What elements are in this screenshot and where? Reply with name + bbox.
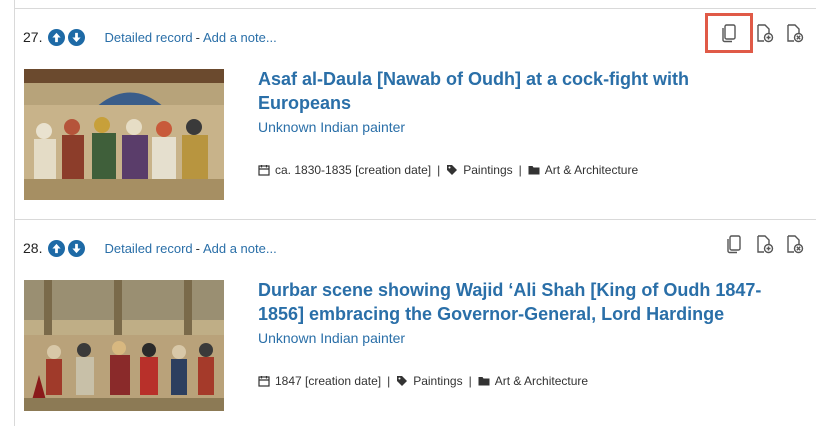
result-record: 27. Detailed record - Add a note... Asaf… xyxy=(15,9,816,219)
remove-button[interactable] xyxy=(780,19,808,47)
tag-icon xyxy=(447,165,458,175)
move-down-button[interactable] xyxy=(68,28,86,46)
painting-image xyxy=(24,69,224,200)
record-thumbnail[interactable] xyxy=(24,280,224,411)
record-creator[interactable]: Unknown Indian painter xyxy=(258,119,405,135)
record-header: 27. Detailed record - Add a note... xyxy=(23,27,277,47)
add-document-icon xyxy=(757,24,774,43)
record-type[interactable]: Paintings xyxy=(413,374,462,388)
tag-icon xyxy=(397,376,408,386)
record-collection[interactable]: Art & Architecture xyxy=(545,163,638,177)
arrow-down-icon xyxy=(72,32,82,42)
link-separator: - xyxy=(195,29,200,45)
copy-icon xyxy=(727,235,741,254)
record-type[interactable]: Paintings xyxy=(463,163,512,177)
creation-date: ca. 1830-1835 [creation date] xyxy=(275,163,432,177)
add-document-icon xyxy=(757,235,774,254)
remove-document-icon xyxy=(787,235,804,254)
record-collection[interactable]: Art & Architecture xyxy=(495,374,588,388)
record-meta: 1847 [creation date] | Paintings | Art &… xyxy=(258,374,588,388)
copy-button[interactable] xyxy=(705,13,753,53)
meta-separator: | xyxy=(468,374,472,388)
move-up-button[interactable] xyxy=(48,28,66,46)
detailed-record-link[interactable]: Detailed record xyxy=(104,30,192,45)
meta-separator: | xyxy=(518,163,522,177)
move-down-button[interactable] xyxy=(68,239,86,257)
detailed-record-link[interactable]: Detailed record xyxy=(104,241,192,256)
creation-date: 1847 [creation date] xyxy=(275,374,382,388)
record-creator[interactable]: Unknown Indian painter xyxy=(258,330,405,346)
folder-icon xyxy=(478,377,490,386)
record-tools xyxy=(705,13,808,53)
painting-image xyxy=(24,280,224,411)
record-meta: ca. 1830-1835 [creation date] | Painting… xyxy=(258,163,638,177)
copy-icon xyxy=(722,24,736,43)
calendar-icon xyxy=(258,376,270,387)
remove-button[interactable] xyxy=(780,230,808,258)
arrow-up-icon xyxy=(52,32,62,42)
record-number: 27. xyxy=(23,29,43,45)
record-tools xyxy=(718,230,808,258)
record-title[interactable]: Durbar scene showing Wajid ‘Ali Shah [Ki… xyxy=(258,278,778,326)
arrow-down-icon xyxy=(72,243,82,253)
result-record: 28. Detailed record - Add a note... Durb… xyxy=(15,220,816,426)
copy-button[interactable] xyxy=(720,230,748,258)
add-to-list-button[interactable] xyxy=(750,230,778,258)
record-title[interactable]: Asaf al-Daula [Nawab of Oudh] at a cock-… xyxy=(258,67,778,115)
link-separator: - xyxy=(195,240,200,256)
record-thumbnail[interactable] xyxy=(24,69,224,200)
record-number: 28. xyxy=(23,240,43,256)
meta-separator: | xyxy=(437,163,441,177)
arrow-up-icon xyxy=(52,243,62,253)
add-to-list-button[interactable] xyxy=(750,19,778,47)
meta-separator: | xyxy=(387,374,391,388)
add-note-link[interactable]: Add a note... xyxy=(203,241,277,256)
record-header: 28. Detailed record - Add a note... xyxy=(23,238,277,258)
calendar-icon xyxy=(258,165,270,176)
add-note-link[interactable]: Add a note... xyxy=(203,30,277,45)
folder-icon xyxy=(528,166,540,175)
move-up-button[interactable] xyxy=(48,239,66,257)
remove-document-icon xyxy=(787,24,804,43)
